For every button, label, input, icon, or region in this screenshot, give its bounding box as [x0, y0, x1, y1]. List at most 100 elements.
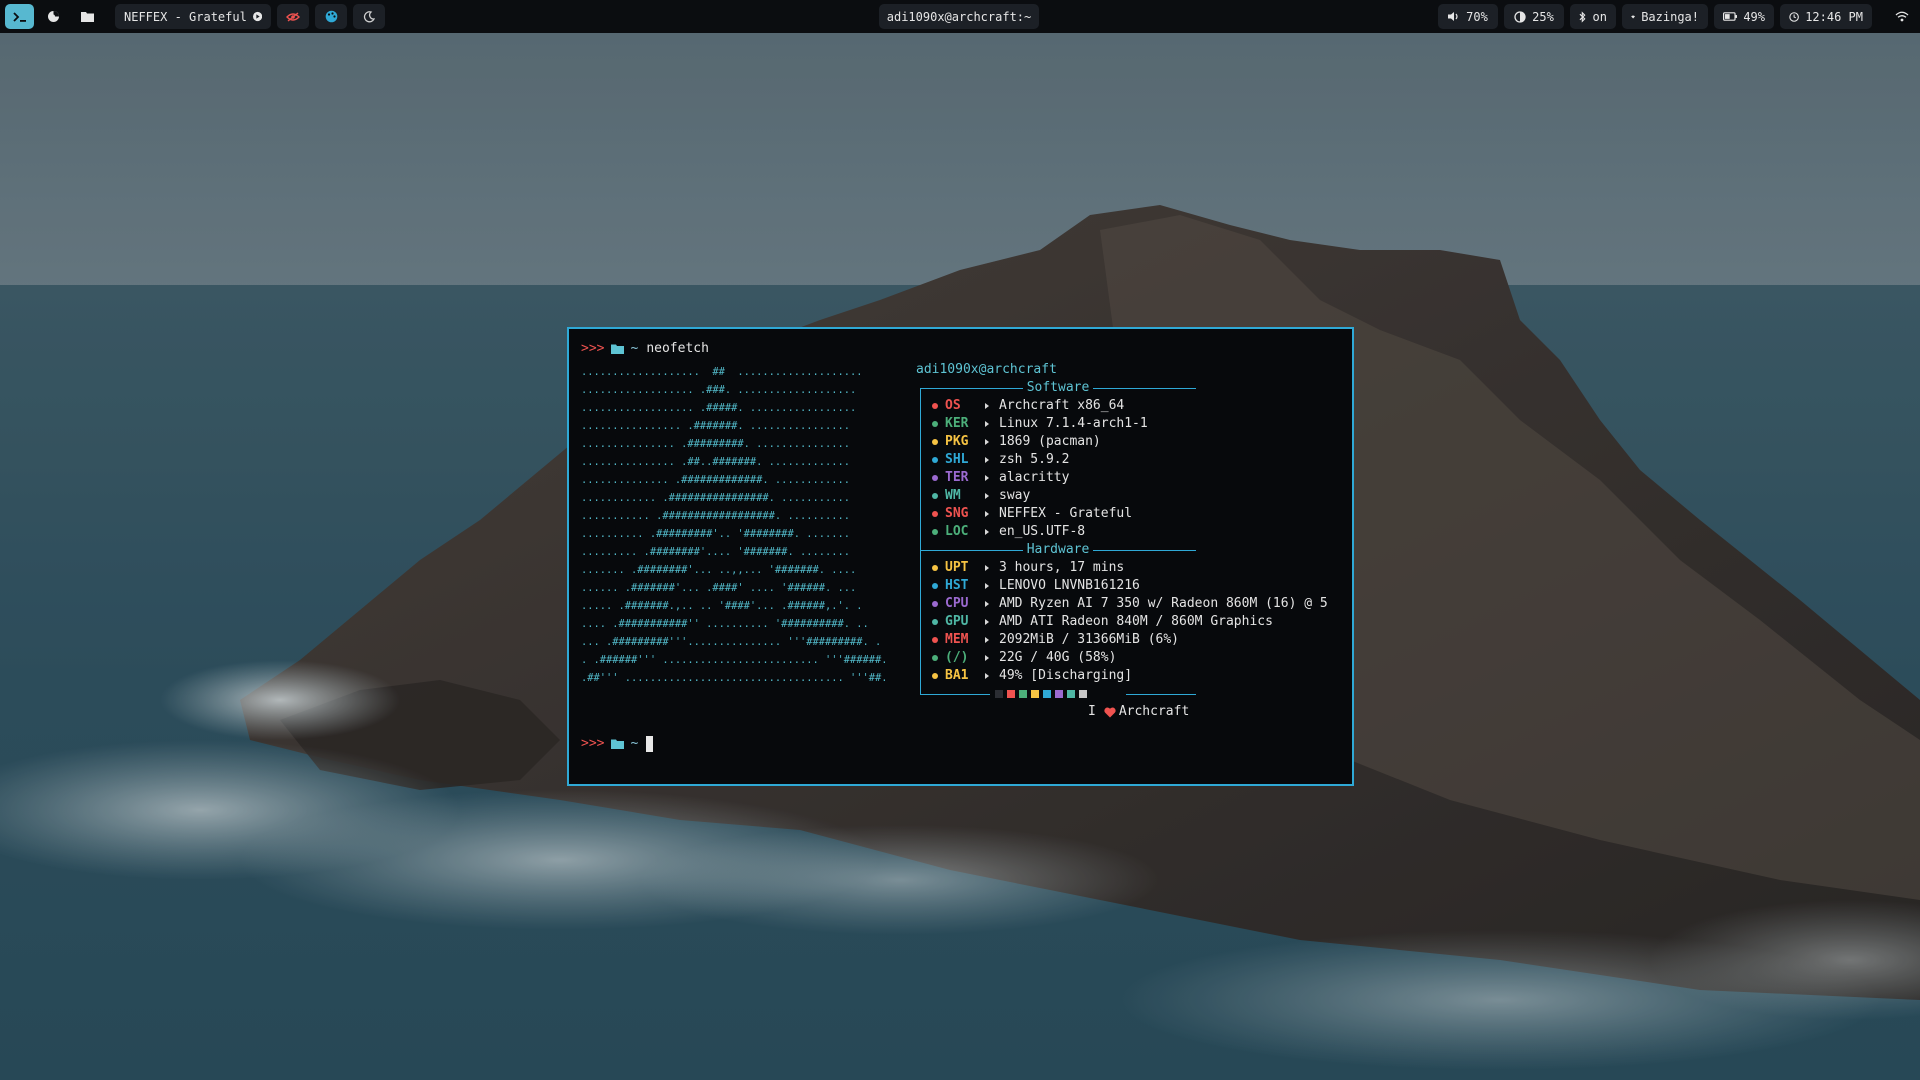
info-row-pkg: PKG 1869 (pacman) [932, 433, 1101, 451]
info-row-ba1: BA1 49% [Discharging] [932, 667, 1132, 685]
info-key: SNG [945, 506, 969, 521]
info-row-gpu: GPU AMD ATI Radeon 840M / 860M Graphics [932, 613, 1273, 631]
ascii-logo-line: ...... .#######'... .####' .... '######.… [581, 582, 857, 594]
bullet-icon [932, 493, 938, 499]
ascii-logo-line: ............ .################. ........… [581, 492, 850, 504]
media-player-widget[interactable]: NEFFEX - Grateful [115, 4, 271, 29]
ascii-logo-line: .......... .#########'.. '########. ....… [581, 528, 850, 540]
volume-widget[interactable]: 70% [1438, 4, 1498, 29]
info-row-loc: LOC en_US.UTF-8 [932, 523, 1085, 541]
info-key: KER [945, 416, 969, 431]
ascii-logo-line: .................. .#####. .............… [581, 402, 857, 414]
workspace-firefox-button[interactable] [39, 4, 68, 29]
info-key: (/) [945, 650, 969, 665]
info-key: SHL [945, 452, 969, 467]
hardware-section-title: Hardware [1022, 542, 1094, 557]
active-prompt-line[interactable]: >>> ~ [581, 735, 654, 753]
workspace-files-button[interactable] [73, 4, 102, 29]
battery-widget[interactable]: 49% [1714, 4, 1774, 29]
info-key: TER [945, 470, 969, 485]
info-value: AMD ATI Radeon 840M / 860M Graphics [999, 614, 1273, 629]
info-key: GPU [945, 614, 969, 629]
prompt-cwd: ~ [630, 341, 639, 356]
color-swatch [995, 690, 1003, 698]
brightness-widget[interactable]: 25% [1504, 4, 1564, 29]
night-mode-button[interactable] [353, 4, 385, 29]
privacy-toggle-button[interactable] [277, 4, 309, 29]
terminal-window[interactable]: >>> ~ neofetch ................... ## ..… [567, 327, 1354, 786]
play-icon [252, 11, 262, 22]
network-widget[interactable]: Bazinga! [1622, 4, 1708, 29]
caret-right-icon [985, 601, 989, 607]
info-value: 3 hours, 17 mins [999, 560, 1125, 575]
bullet-icon [932, 511, 938, 517]
color-palette [995, 685, 1087, 703]
ascii-logo-line: ............... .##..#######. ..........… [581, 456, 850, 468]
brightness-label: 25% [1532, 9, 1554, 24]
ascii-logo-line: .... .###########'' .......... '########… [581, 618, 869, 630]
tagline-prefix: I [1088, 704, 1096, 719]
wifi-icon [1895, 11, 1909, 22]
hardware-section-header: Hardware [920, 541, 1196, 559]
palette-icon [325, 10, 337, 23]
info-key: CPU [945, 596, 969, 611]
wifi-tray-button[interactable] [1888, 4, 1916, 29]
caret-right-icon [985, 421, 989, 427]
info-value: AMD Ryzen AI 7 350 w/ Radeon 860M (16) @… [999, 596, 1328, 611]
ascii-logo-line: ........... .##################. .......… [581, 510, 850, 522]
color-swatch [1031, 690, 1039, 698]
battery-icon [1723, 12, 1738, 21]
caret-right-icon [985, 637, 989, 643]
caret-right-icon [985, 403, 989, 409]
bullet-icon [932, 655, 938, 661]
clock-icon [1789, 11, 1799, 22]
ascii-logo-line: .............. .#############. .........… [581, 474, 850, 486]
prompt-symbol: >>> [581, 341, 605, 356]
folder-icon [611, 739, 625, 749]
window-title: adi1090x@archcraft:~ [879, 4, 1039, 29]
brightness-icon [1514, 10, 1526, 23]
color-swatch [1067, 690, 1075, 698]
info-row-cpu: CPU AMD Ryzen AI 7 350 w/ Radeon 860M (16… [932, 595, 1328, 613]
media-title: NEFFEX - Grateful [124, 9, 247, 24]
ascii-logo-line: ......... .########'.... '#######. .....… [581, 546, 850, 558]
clock-label: 12:46 PM [1805, 9, 1863, 24]
bullet-icon [932, 583, 938, 589]
bluetooth-icon [1579, 10, 1586, 23]
info-value: sway [999, 488, 1031, 503]
workspace-terminal-button[interactable] [5, 4, 34, 29]
window-title-text: adi1090x@archcraft:~ [886, 9, 1032, 24]
color-picker-button[interactable] [315, 4, 347, 29]
ascii-logo-line: ................... ## .................… [581, 366, 863, 378]
software-section-title: Software [1022, 380, 1094, 395]
info-value: Archcraft x86_64 [999, 398, 1125, 413]
info-value: alacritty [999, 470, 1070, 485]
bullet-icon [932, 673, 938, 679]
bluetooth-label: on [1592, 9, 1607, 24]
ascii-logo-line: ... .#########'''............... '''####… [581, 636, 882, 648]
bullet-icon [932, 457, 938, 463]
clock-widget[interactable]: 12:46 PM [1780, 4, 1872, 29]
text-cursor[interactable] [646, 736, 654, 752]
caret-right-icon [985, 529, 989, 535]
tagline-suffix: Archcraft [1118, 704, 1190, 719]
info-row-ker: KER Linux 7.1.4-arch1-1 [932, 415, 1148, 433]
info-row-upt: UPT 3 hours, 17 mins [932, 559, 1124, 577]
caret-right-icon [985, 565, 989, 571]
bullet-icon [932, 421, 938, 427]
bullet-icon [932, 637, 938, 643]
bullet-icon [932, 403, 938, 409]
info-value: zsh 5.9.2 [999, 452, 1070, 467]
bullet-icon [932, 565, 938, 571]
archcraft-tagline: I Archcraft [1088, 703, 1189, 721]
info-key: BA1 [945, 668, 969, 683]
terminal-icon [12, 11, 26, 22]
caret-right-icon [985, 439, 989, 445]
color-swatch [1019, 690, 1027, 698]
color-swatch [1007, 690, 1015, 698]
caret-right-icon [985, 511, 989, 517]
battery-label: 49% [1743, 9, 1765, 24]
ascii-logo: ................... ## .................… [581, 363, 888, 687]
bluetooth-widget[interactable]: on [1570, 4, 1616, 29]
bullet-icon [932, 601, 938, 607]
